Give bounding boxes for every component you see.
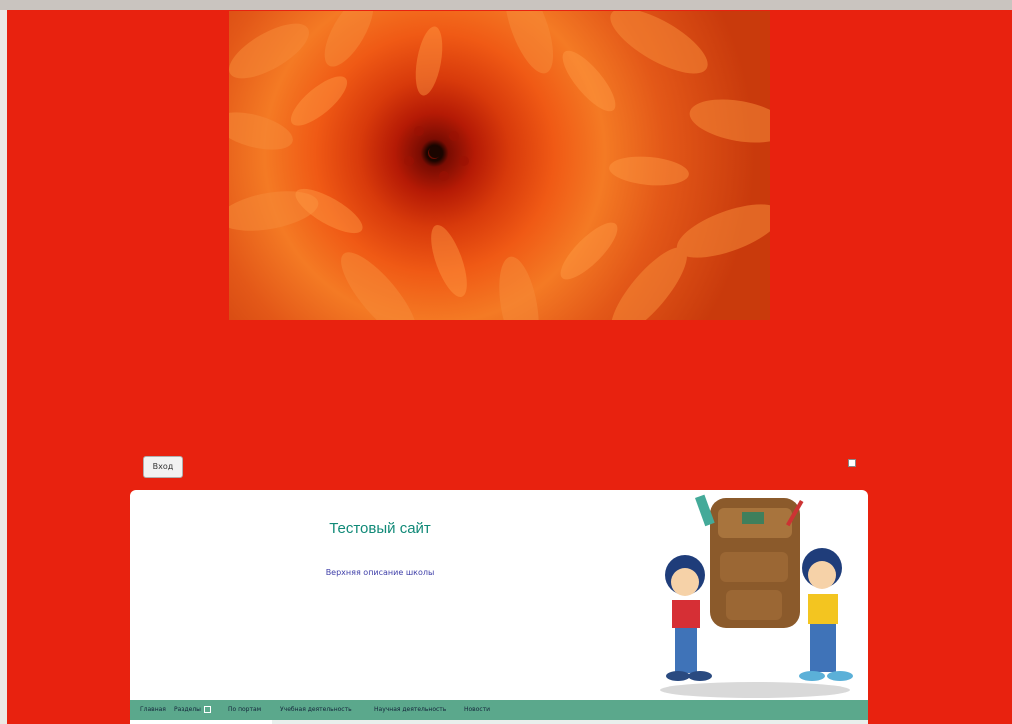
nav-item-news[interactable]: Новости (464, 700, 490, 720)
nav-item-sections[interactable]: Разделы (174, 700, 211, 720)
nav-item-study[interactable]: Учебная деятельность (280, 700, 352, 720)
small-checkbox-icon[interactable] (848, 459, 856, 467)
nav-item-science[interactable]: Научная деятельность (374, 700, 446, 720)
content-top-strip (272, 720, 868, 724)
hero-flower-image (229, 11, 770, 320)
nav-item-sections-label: Разделы (174, 706, 201, 713)
kids-with-backpack-illustration (640, 490, 868, 700)
window-left-edge (0, 10, 7, 724)
site-header-card: Тестовый сайт Верхняя описание школы Гла… (130, 490, 868, 724)
main-navbar: Главная Разделы По портам Учебная деятел… (130, 700, 868, 720)
nav-item-ports[interactable]: По портам (228, 700, 261, 720)
site-subtitle: Верхняя описание школы (325, 568, 435, 577)
site-title: Тестовый сайт (329, 520, 431, 537)
browser-top-bar (0, 0, 1012, 10)
login-button[interactable]: Вход (143, 456, 183, 478)
dropdown-indicator-icon (203, 706, 211, 713)
nav-item-home[interactable]: Главная (140, 700, 166, 720)
